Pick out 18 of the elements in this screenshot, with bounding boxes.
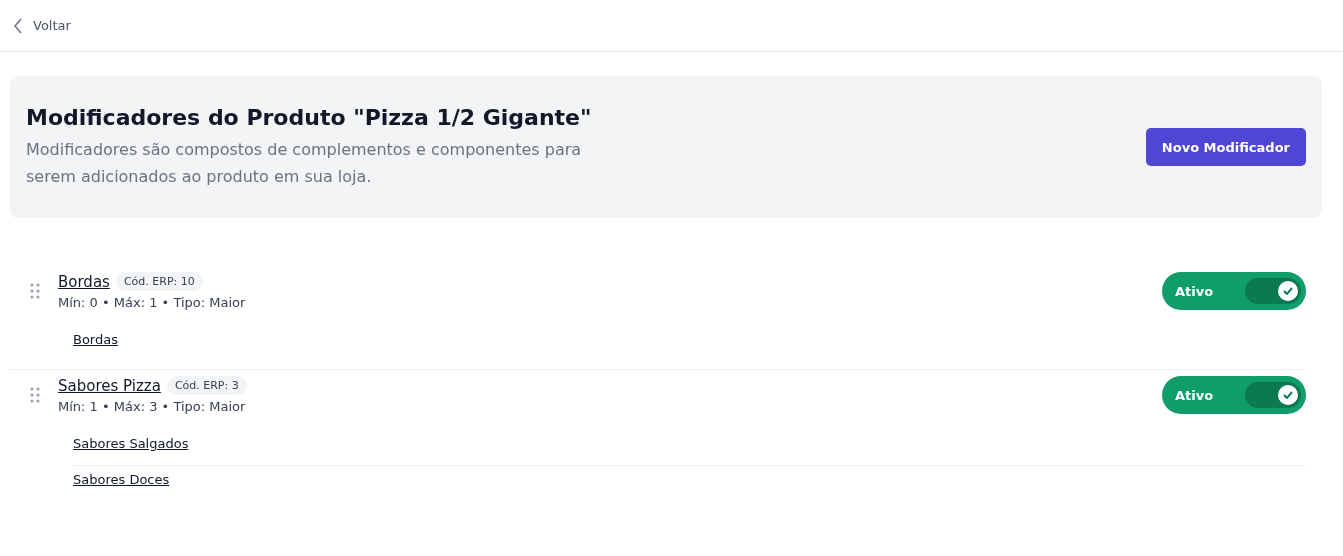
page-description: Modificadores são compostos de complementos e componentes para serem adicionados ao produto em sua loja.: [26, 138, 583, 188]
check-icon: [1283, 391, 1293, 399]
drag-handle-icon[interactable]: [30, 283, 40, 299]
chevron-left-icon: [13, 17, 23, 34]
modifier-limits: Mín: 1 • Máx: 3 • Tipo: Maior: [58, 399, 247, 414]
drag-handle-icon[interactable]: [30, 387, 40, 403]
erp-code-tag: Cód. ERP: 3: [166, 376, 247, 395]
check-icon: [1283, 287, 1293, 295]
component-link[interactable]: Bordas: [73, 332, 118, 347]
modifier-limits: Mín: 0 • Máx: 1 • Tipo: Maior: [58, 295, 247, 310]
new-modifier-button[interactable]: Novo Modificador: [1145, 128, 1306, 166]
component-link[interactable]: Sabores Salgados: [73, 436, 189, 451]
component-link[interactable]: Sabores Doces: [73, 472, 170, 487]
modifier-name-link[interactable]: Sabores Pizza: [58, 376, 161, 395]
erp-code-tag: Cód. ERP: 10: [115, 272, 203, 291]
page-title: Modificadores do Produto "Pizza 1/2 Gigante": [26, 104, 592, 130]
back-link[interactable]: Voltar: [13, 17, 71, 34]
modifier-name-link[interactable]: Bordas: [58, 272, 110, 291]
